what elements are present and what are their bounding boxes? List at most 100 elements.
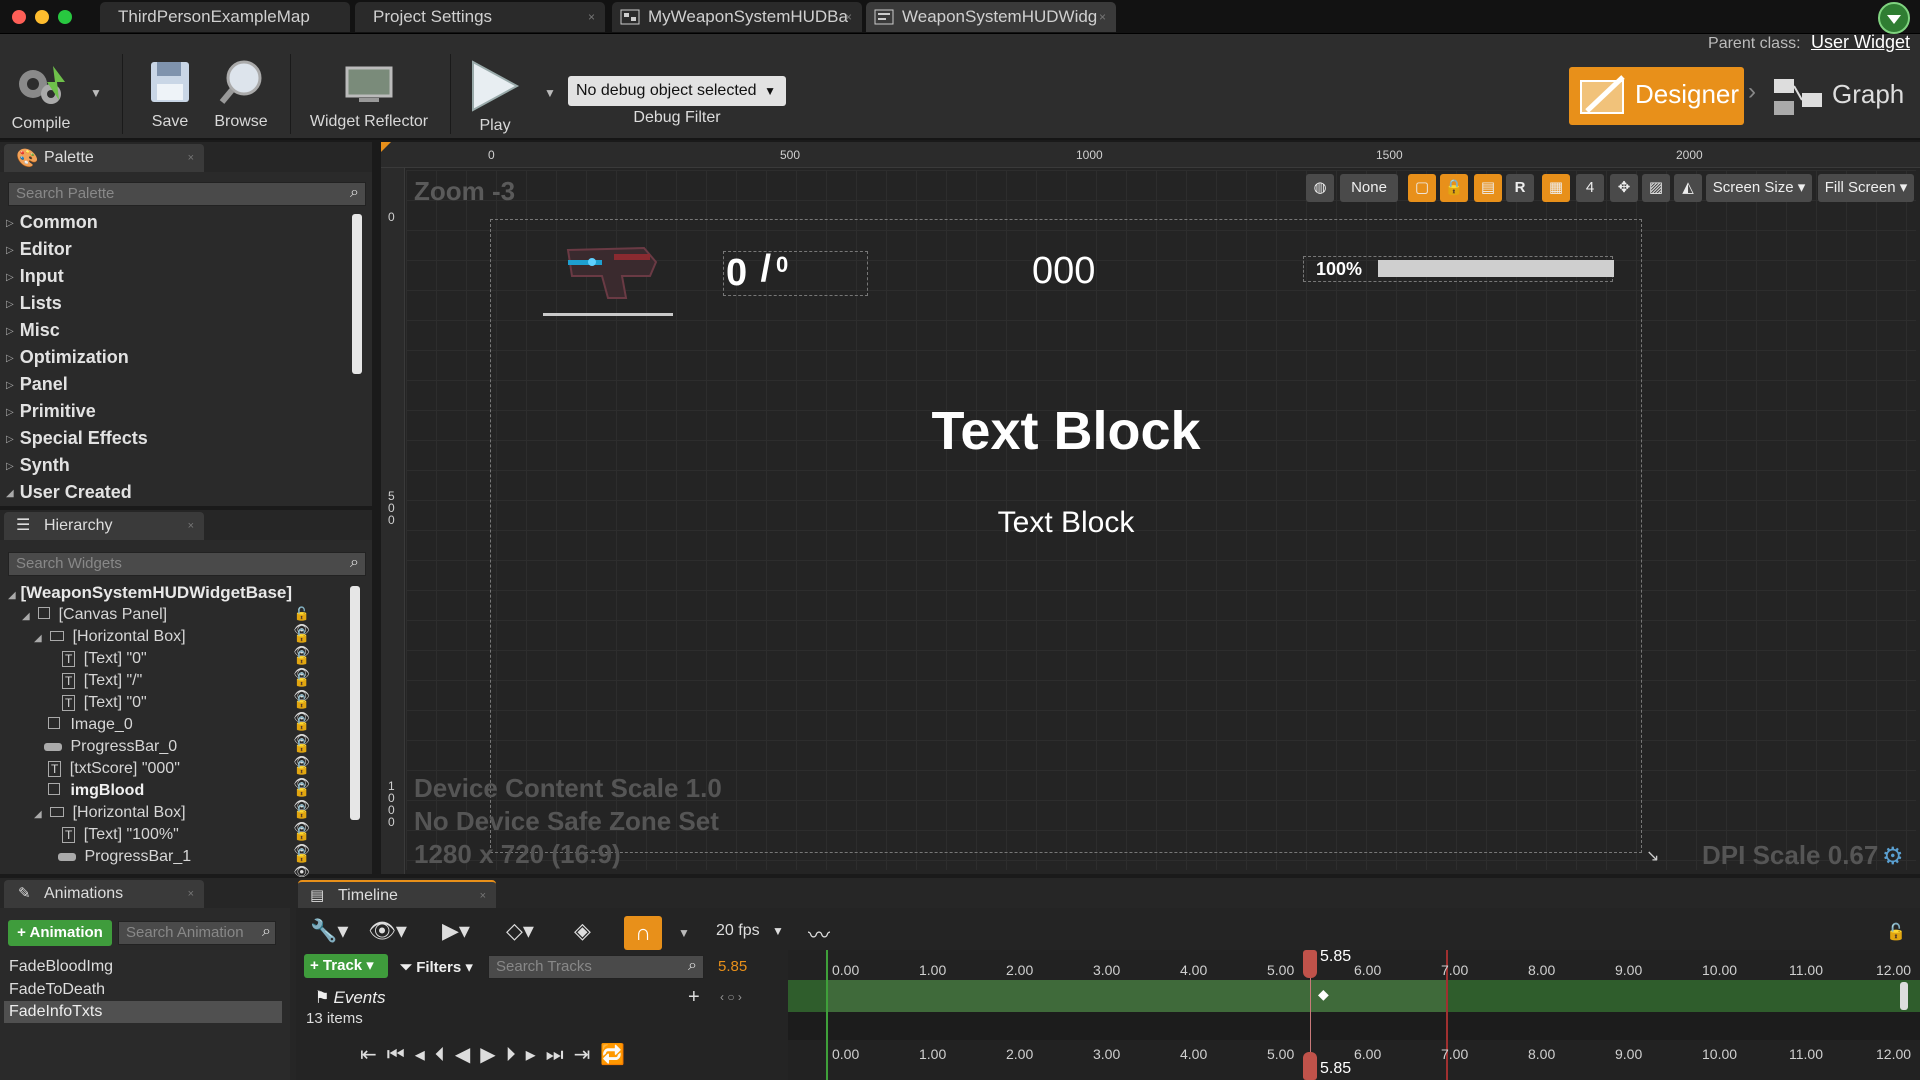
loop-icon[interactable]: 🔁 <box>600 1044 635 1066</box>
compile-options-chevron-icon[interactable]: ▼ <box>90 86 102 100</box>
snap-magnet-icon[interactable]: ∩ <box>624 916 662 950</box>
tab-close-icon[interactable]: × <box>845 2 852 32</box>
hierarchy-row-horizontal-box[interactable]: ◢ [Horizontal Box] <box>34 628 186 646</box>
localization-globe-icon[interactable]: ◍ <box>1306 174 1334 202</box>
animation-search-input[interactable]: Search Animation ⌕ <box>118 921 276 945</box>
step-forward-icon[interactable]: ⏭ <box>546 1044 574 1066</box>
health-progressbar[interactable] <box>1378 260 1614 277</box>
lock-toggle-icon[interactable]: 🔒 <box>1440 174 1468 202</box>
palette-category-synth[interactable]: Synth <box>6 455 70 476</box>
designer-mode-button[interactable]: Designer <box>1569 67 1744 125</box>
palette-category-editor[interactable]: Editor <box>6 239 72 260</box>
maximize-window-button[interactable] <box>58 10 72 24</box>
curve-editor-icon[interactable]: 〰 <box>808 918 830 950</box>
palette-category-special-effects[interactable]: Special Effects <box>6 428 148 449</box>
play-button[interactable]: Play <box>462 58 528 135</box>
debug-object-select[interactable]: No debug object selected ▼ <box>568 76 786 106</box>
tab-close-icon[interactable]: × <box>480 882 486 910</box>
outline-toggle-icon[interactable]: ▢ <box>1408 174 1436 202</box>
parent-class-link[interactable]: User Widget <box>1811 32 1910 52</box>
animation-list-item[interactable]: FadeBloodImg <box>9 958 113 976</box>
hierarchy-row-text-score[interactable]: T [txtScore] "000" <box>48 760 180 778</box>
score-text[interactable]: 000 <box>1032 250 1095 293</box>
tab-close-icon[interactable]: × <box>188 512 194 540</box>
hierarchy-scrollbar[interactable] <box>350 586 360 820</box>
ammo-progressbar[interactable] <box>543 313 673 316</box>
ammo-horizontal-box[interactable]: 0 / 0 <box>723 248 868 296</box>
lock-eye-icons[interactable]: 🔓 👁 <box>294 848 311 880</box>
health-horizontal-box[interactable]: 100% <box>1303 256 1614 282</box>
hierarchy-search-input[interactable]: Search Widgets ⌕ <box>8 552 366 576</box>
palette-category-user-created[interactable]: User Created <box>6 482 132 503</box>
palette-category-panel[interactable]: Panel <box>6 374 68 395</box>
save-button[interactable]: Save <box>138 58 202 131</box>
hierarchy-tab[interactable]: ☰ Hierarchy × <box>4 512 204 540</box>
key-navigation-icon[interactable]: ‹ ○ › <box>720 990 742 1004</box>
grid-size-select[interactable]: 4 <box>1576 174 1604 202</box>
timeline-tab[interactable]: ▤ Timeline × <box>298 880 496 908</box>
lock-icon[interactable]: 🔓 <box>1886 922 1906 942</box>
key-interp-icon[interactable]: ◈ <box>574 918 591 944</box>
track-area[interactable]: ◆ 5.85 5.85 0.00 1.00 2.00 3.00 4.00 5.0… <box>788 948 1920 1080</box>
browse-button[interactable]: Browse <box>208 58 274 131</box>
track-search-input[interactable]: Search Tracks ⌕ <box>488 955 704 979</box>
resize-handle-icon[interactable]: ↘ <box>1646 846 1659 866</box>
hierarchy-row-progressbar[interactable]: ProgressBar_0 <box>44 738 177 756</box>
grid-snap-icon[interactable]: ▦ <box>1542 174 1570 202</box>
animation-list-item-selected[interactable]: FadeInfoTxts <box>4 1001 282 1023</box>
background-image-icon[interactable]: ▨ <box>1642 174 1670 202</box>
ammo-current-text[interactable]: 0 <box>726 252 747 295</box>
add-track-button[interactable]: + Track ▾ <box>304 954 388 978</box>
hierarchy-row-canvas-panel[interactable]: ◢ [Canvas Panel] <box>22 606 167 624</box>
close-window-button[interactable] <box>12 10 26 24</box>
hierarchy-row-image[interactable]: Image_0 <box>48 716 133 734</box>
hierarchy-row-text[interactable]: T [Text] "0" <box>62 694 147 712</box>
animation-list-item[interactable]: FadeToDeath <box>9 981 105 999</box>
palette-category-misc[interactable]: Misc <box>6 320 60 341</box>
track-scrollbar[interactable] <box>1900 982 1908 1010</box>
jump-to-start-icon[interactable]: ⇤ <box>360 1044 387 1066</box>
hierarchy-row-text[interactable]: T [Text] "/" <box>62 672 142 690</box>
current-time-value[interactable]: 5.85 <box>718 958 747 975</box>
hierarchy-row-horizontal-box[interactable]: ◢ [Horizontal Box] <box>34 804 186 822</box>
tab-hud-base[interactable]: MyWeaponSystemHUDBa × <box>612 2 862 32</box>
widget-reflector-button[interactable]: Widget Reflector <box>303 58 435 131</box>
tab-project-settings[interactable]: Project Settings × <box>355 2 605 32</box>
playback-options-icon[interactable]: ▶▾ <box>442 918 470 944</box>
fill-screen-select[interactable]: Fill Screen ▾ <box>1818 174 1914 202</box>
view-options-eye-icon[interactable]: 👁▾ <box>368 918 407 944</box>
event-keyframe-icon[interactable]: ◆ <box>1318 986 1329 1003</box>
layout-toggle-icon[interactable]: ▤ <box>1474 174 1502 202</box>
transform-icon[interactable]: ✥ <box>1610 174 1638 202</box>
palette-search-input[interactable]: Search Palette ⌕ <box>8 182 366 206</box>
respect-locks-button[interactable]: R <box>1506 174 1534 202</box>
text-block-small[interactable]: Text Block <box>490 506 1642 540</box>
flip-icon[interactable]: ◭ <box>1674 174 1702 202</box>
palette-tab[interactable]: 🎨 Palette × <box>4 144 204 172</box>
hierarchy-row-progressbar[interactable]: ProgressBar_1 <box>58 848 191 866</box>
prev-key-icon[interactable]: ◂ <box>415 1044 435 1066</box>
hierarchy-row-text[interactable]: T [Text] "0" <box>62 650 147 668</box>
step-frame-back-icon[interactable]: ⏴ <box>435 1044 455 1066</box>
hierarchy-row-root[interactable]: ◢ [WeaponSystemHUDWidgetBase] <box>8 583 292 603</box>
palette-category-common[interactable]: Common <box>6 212 98 233</box>
palette-category-primitive[interactable]: Primitive <box>6 401 96 422</box>
tab-third-person-map[interactable]: ThirdPersonExampleMap <box>100 2 350 32</box>
events-track[interactable]: ⚑ Events <box>316 988 385 1008</box>
dpi-settings-gear-icon[interactable]: ⚙ <box>1882 842 1904 871</box>
health-percent-text[interactable]: 100% <box>1316 259 1362 280</box>
screen-size-select[interactable]: Screen Size ▾ <box>1706 174 1812 202</box>
minimize-window-button[interactable] <box>35 10 49 24</box>
tab-hud-widget[interactable]: WeaponSystemHUDWidg × <box>866 2 1116 32</box>
jump-to-end-icon[interactable]: ⇥ <box>574 1044 601 1066</box>
tab-close-icon[interactable]: × <box>188 144 194 172</box>
key-options-icon[interactable]: ◇▾ <box>506 918 534 944</box>
next-key-icon[interactable]: ▸ <box>526 1044 546 1066</box>
step-back-icon[interactable]: ⏮ <box>387 1044 415 1066</box>
graph-mode-button[interactable]: Graph <box>1772 67 1912 125</box>
tab-close-icon[interactable]: × <box>1099 2 1106 32</box>
compile-button[interactable]: Compile <box>6 60 76 133</box>
localization-preview-select[interactable]: None <box>1340 174 1398 202</box>
source-control-icon[interactable] <box>1878 2 1910 34</box>
step-frame-forward-icon[interactable]: ⏵ <box>506 1044 526 1066</box>
